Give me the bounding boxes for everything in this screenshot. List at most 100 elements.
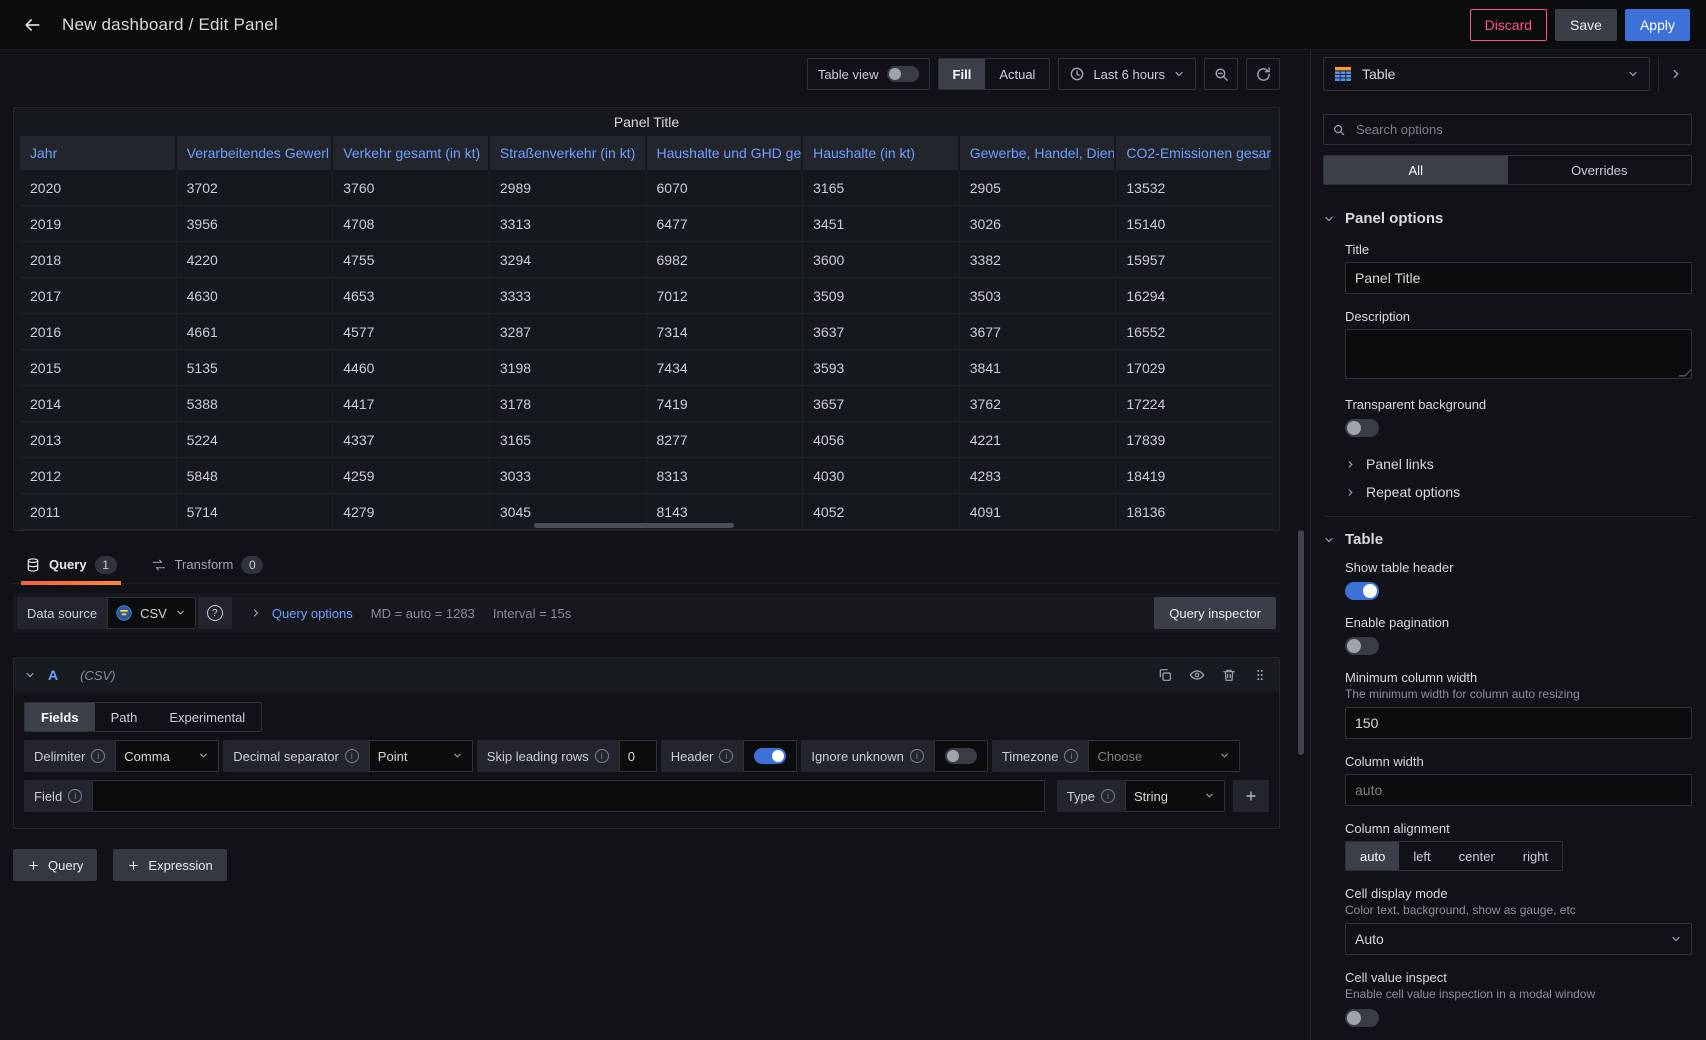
panel-title-input[interactable]	[1345, 262, 1692, 294]
apply-button[interactable]: Apply	[1625, 9, 1690, 41]
column-header[interactable]: Verarbeitendes Gewerl	[177, 136, 334, 170]
query-options-link[interactable]: Query options	[272, 606, 353, 621]
panel-description-textarea[interactable]	[1345, 329, 1692, 379]
save-button[interactable]: Save	[1555, 9, 1617, 41]
repeat-options-section[interactable]: Repeat options	[1345, 484, 1692, 500]
tab-transform[interactable]: Transform 0	[147, 552, 268, 583]
field-name-input[interactable]	[92, 780, 1045, 812]
panel-preview-title[interactable]: Panel Title	[14, 108, 1279, 136]
add-query-button[interactable]: Query	[13, 849, 97, 881]
decimal-separator-select[interactable]: Point	[369, 740, 473, 772]
datasource-value: CSV	[140, 606, 167, 621]
query-inspector-button[interactable]: Query inspector	[1154, 597, 1276, 629]
zoom-out-button[interactable]	[1204, 58, 1238, 90]
column-header[interactable]: Jahr	[20, 136, 177, 170]
delimiter-label: Delimiteri	[24, 740, 115, 772]
refresh-button[interactable]	[1246, 58, 1280, 90]
table-row: 201842204755329469823600338215957	[20, 242, 1273, 278]
tab-query[interactable]: Query 1	[21, 552, 121, 583]
fill-option[interactable]: Fill	[939, 59, 986, 89]
column-header[interactable]: CO2-Emissionen gesar	[1116, 136, 1273, 170]
cell-value-inspect-toggle[interactable]	[1345, 1009, 1379, 1027]
ignore-unknown-label: Ignore unknowni	[801, 740, 934, 772]
table-cell: 7419	[647, 386, 804, 421]
cell-value-inspect-label: Cell value inspect	[1345, 970, 1692, 985]
chevron-down-icon	[198, 750, 210, 762]
table-cell: 4259	[333, 458, 490, 493]
table-cell: 3762	[960, 386, 1117, 421]
actual-option[interactable]: Actual	[985, 59, 1049, 89]
table-row: 201258484259303383134030428318419	[20, 458, 1273, 494]
cell-display-mode-select[interactable]: Auto	[1345, 923, 1692, 955]
delete-query-trash-icon[interactable]	[1221, 667, 1237, 683]
query-a-header[interactable]: A (CSV)	[14, 658, 1279, 692]
enable-pagination-toggle[interactable]	[1345, 637, 1379, 655]
table-cell: 15957	[1116, 242, 1273, 277]
add-expression-button[interactable]: Expression	[113, 849, 226, 881]
min-column-width-input[interactable]	[1345, 707, 1692, 739]
skip-leading-rows-input[interactable]	[619, 740, 657, 772]
table-options-section-header[interactable]: Table	[1323, 531, 1692, 548]
options-search-input[interactable]	[1354, 121, 1683, 138]
info-icon: i	[719, 749, 733, 763]
panel-options-section-header[interactable]: Panel options	[1323, 210, 1692, 227]
duplicate-query-icon[interactable]	[1157, 667, 1173, 683]
query-count-badge: 1	[95, 556, 117, 574]
datasource-help-button[interactable]: ?	[198, 597, 232, 629]
visualization-name: Table	[1362, 66, 1395, 82]
column-header[interactable]: Haushalte und GHD ge	[647, 136, 804, 170]
table-options-section: Table Show table header Enable paginatio…	[1323, 516, 1692, 1027]
table-cell: 4056	[803, 422, 960, 457]
column-header[interactable]: Verkehr gesamt (in kt)	[333, 136, 490, 170]
back-button[interactable]	[16, 9, 48, 41]
add-field-button[interactable]	[1233, 780, 1269, 812]
column-header[interactable]: Haushalte (in kt)	[803, 136, 960, 170]
table-cell: 5135	[177, 350, 334, 385]
align-option-right[interactable]: right	[1509, 842, 1562, 870]
column-header[interactable]: Straßenverkehr (in kt)	[490, 136, 647, 170]
time-range-picker[interactable]: Last 6 hours	[1058, 58, 1196, 90]
timezone-select[interactable]: Choose	[1088, 740, 1240, 772]
delimiter-select[interactable]: Comma	[115, 740, 219, 772]
field-type-select[interactable]: String	[1125, 780, 1225, 812]
hide-query-eye-icon[interactable]	[1189, 667, 1205, 683]
discard-button[interactable]: Discard	[1470, 9, 1547, 41]
vertical-scrollbar-thumb[interactable]	[1298, 530, 1304, 755]
panel-links-section[interactable]: Panel links	[1345, 456, 1692, 472]
table-cell: 4220	[177, 242, 334, 277]
subtab-path[interactable]: Path	[95, 703, 154, 731]
table-view-toggle[interactable]	[887, 66, 919, 82]
table-cell: 6982	[647, 242, 804, 277]
subtab-fields[interactable]: Fields	[25, 703, 95, 731]
transparent-background-toggle[interactable]	[1345, 419, 1379, 437]
datasource-picker[interactable]: CSV	[107, 597, 196, 629]
query-datasource-type: (CSV)	[80, 668, 115, 683]
show-table-header-toggle[interactable]	[1345, 582, 1379, 600]
align-option-auto[interactable]: auto	[1346, 842, 1399, 870]
table-cell: 2012	[20, 458, 177, 493]
chevron-right-icon	[250, 607, 262, 619]
transform-count-badge: 0	[241, 556, 263, 574]
column-width-input[interactable]	[1345, 774, 1692, 806]
table-cell: 2017	[20, 278, 177, 313]
description-field-label: Description	[1345, 309, 1692, 324]
header-toggle[interactable]	[754, 748, 786, 764]
table-cell: 3165	[803, 170, 960, 205]
drag-handle-icon[interactable]	[1253, 667, 1269, 683]
table-cell: 13532	[1116, 170, 1273, 205]
horizontal-scrollbar-thumb[interactable]	[534, 523, 734, 528]
table-row: 201352244337316582774056422117839	[20, 422, 1273, 458]
visualization-picker[interactable]: Table	[1323, 57, 1650, 91]
table-cell: 5224	[177, 422, 334, 457]
tab-overrides[interactable]: Overrides	[1508, 156, 1692, 184]
align-option-left[interactable]: left	[1399, 842, 1444, 870]
breadcrumb[interactable]: New dashboard / Edit Panel	[62, 15, 278, 35]
ignore-unknown-toggle[interactable]	[945, 748, 977, 764]
enable-pagination-label: Enable pagination	[1345, 615, 1692, 630]
column-header[interactable]: Gewerbe, Handel, Dien	[960, 136, 1117, 170]
tab-all[interactable]: All	[1324, 156, 1508, 184]
align-option-center[interactable]: center	[1445, 842, 1509, 870]
subtab-experimental[interactable]: Experimental	[153, 703, 261, 731]
collapse-options-pane-button[interactable]	[1658, 57, 1692, 91]
info-icon: i	[910, 749, 924, 763]
